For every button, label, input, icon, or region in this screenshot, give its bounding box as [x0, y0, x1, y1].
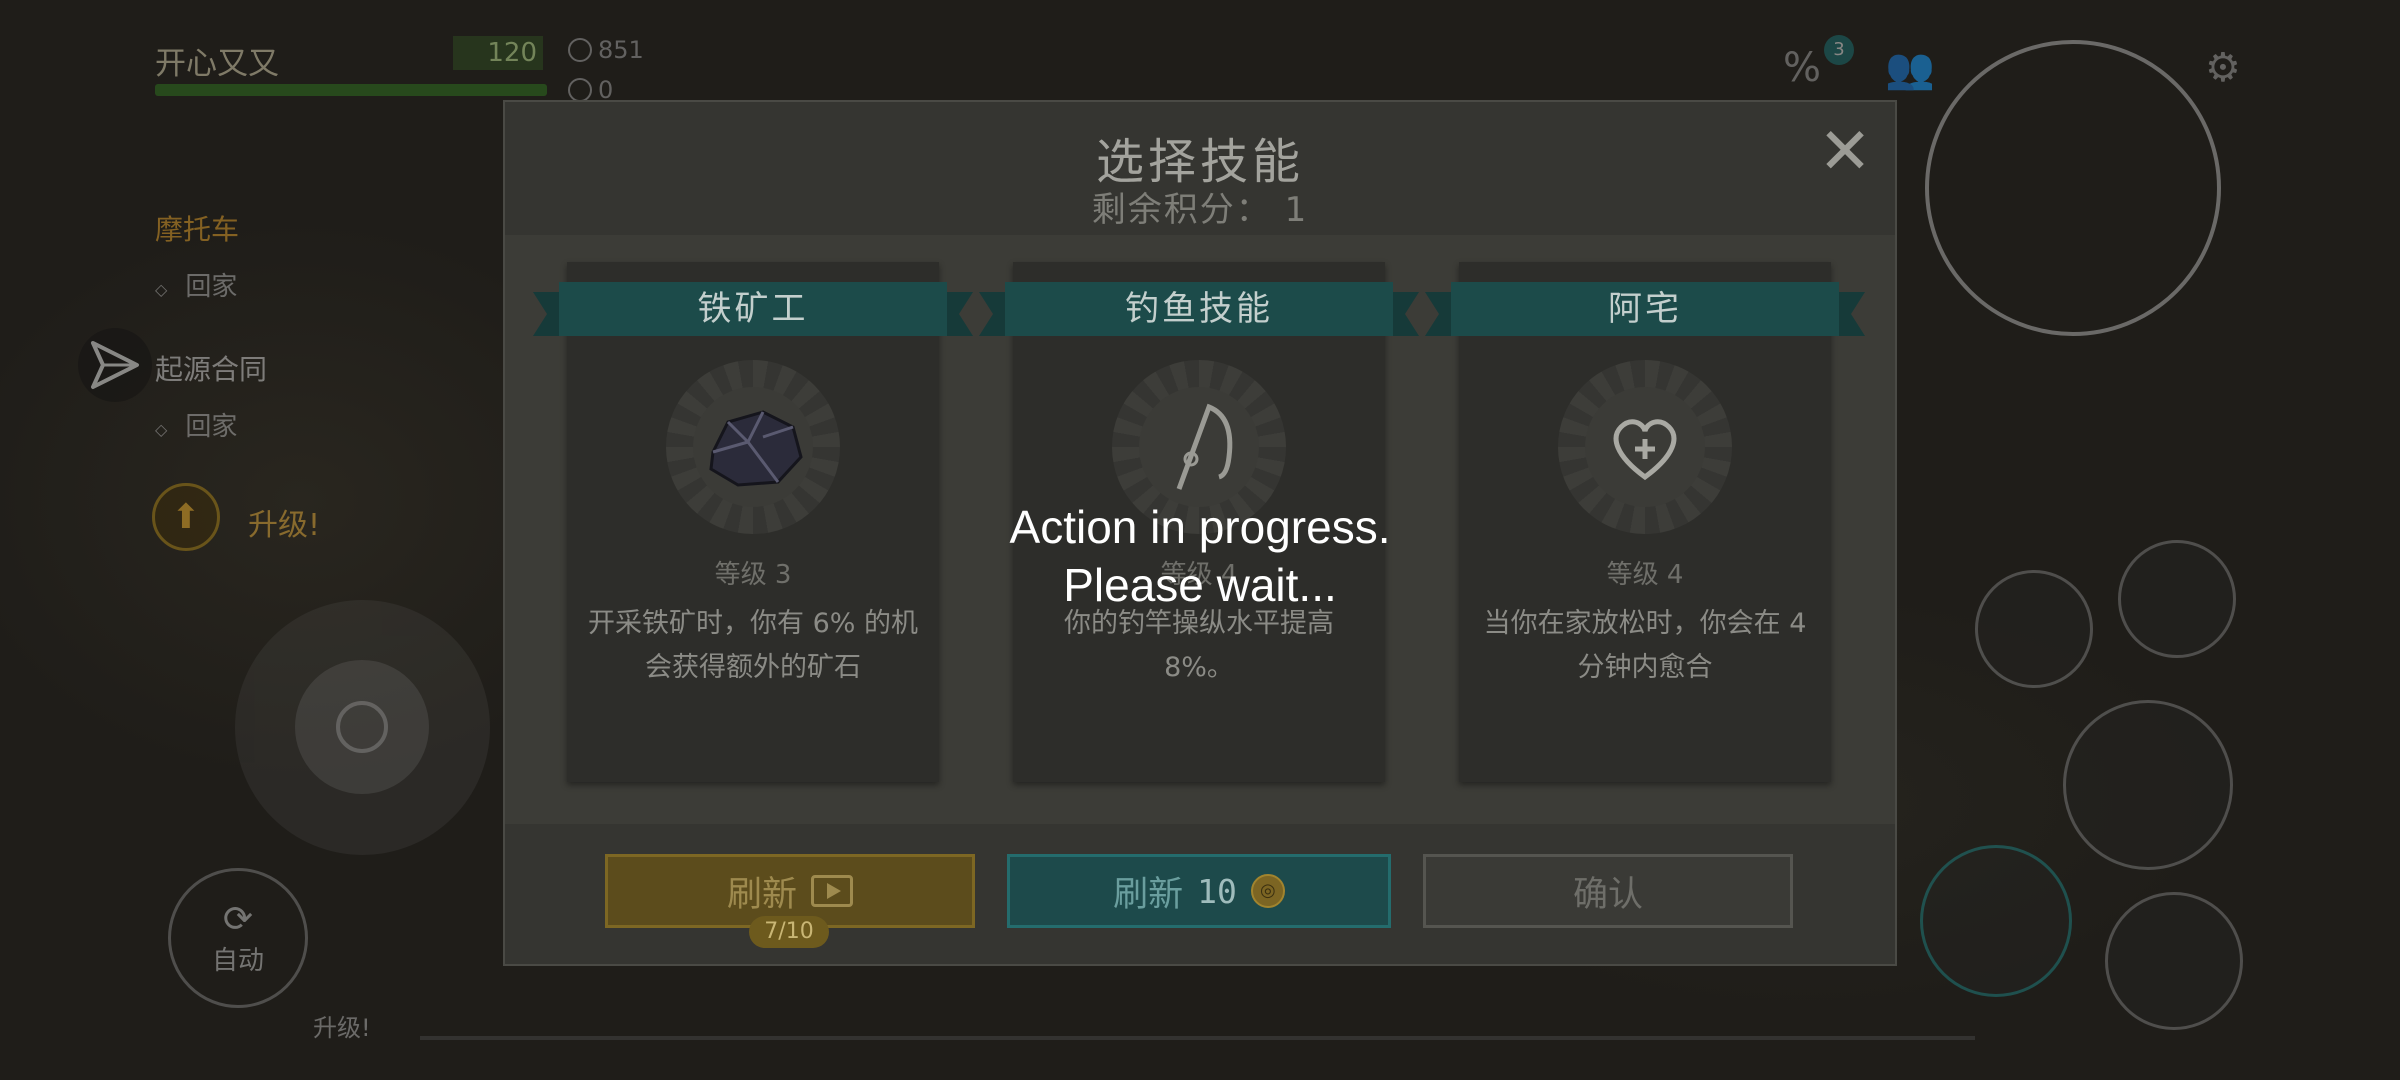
paper-plane-icon	[91, 341, 139, 389]
stat-2: 0	[568, 76, 613, 104]
settings-gear-icon[interactable]: ⚙	[2205, 45, 2241, 91]
auto-label: 自动	[211, 946, 264, 976]
stat-1: 851	[568, 36, 644, 64]
refresh-ad-counter: 7/10	[749, 916, 829, 948]
refresh-coin-label: 刷新	[1113, 874, 1184, 915]
skill-description: 开采铁矿时，你有 6% 的机会获得额外的矿石	[588, 608, 918, 683]
quest-title[interactable]: 起源合同	[155, 348, 267, 388]
quest-title[interactable]: 摩托车	[155, 208, 239, 248]
discount-icon[interactable]: %	[1783, 45, 1821, 91]
crouch-button[interactable]	[2105, 892, 2243, 1030]
skill-description: 当你在家放松时，你会在 4分钟内愈合	[1483, 608, 1807, 683]
interact-hand-button[interactable]	[1920, 845, 2072, 997]
quest-objective: 回家	[155, 406, 237, 443]
confirm-button[interactable]: 确认	[1423, 854, 1793, 928]
skill-name: 阿宅	[1425, 282, 1865, 336]
player-level: 120	[453, 36, 543, 70]
close-button[interactable]: ✕	[1815, 120, 1875, 184]
skill-name: 钓鱼技能	[979, 282, 1419, 336]
video-play-icon	[811, 875, 853, 907]
refresh-coin-button[interactable]: 刷新 10 ◎	[1007, 854, 1391, 928]
action-progress-message: Action in progress. Please wait...	[0, 498, 2400, 614]
dialog-header: 选择技能 剩余积分： 1 ✕	[505, 102, 1895, 235]
heart-plus-icon	[1613, 419, 1677, 481]
player-name: 开心又又	[155, 46, 279, 82]
progress-line-2: Please wait...	[1063, 559, 1337, 611]
movement-joystick[interactable]	[235, 600, 490, 855]
refresh-coin-cost: 10	[1197, 871, 1237, 911]
fishing-rod-icon	[1176, 403, 1233, 490]
auto-button[interactable]: ⟳ 自动	[168, 868, 308, 1008]
stat-2-value: 0	[598, 76, 614, 104]
xp-bar	[420, 1036, 1975, 1040]
skill-description: 你的钓竿操纵水平提高 8%。	[1064, 608, 1334, 683]
quest-objective: 回家	[155, 266, 237, 303]
skill-name: 铁矿工	[533, 282, 973, 336]
ore-icon	[709, 410, 803, 487]
weapon-slot[interactable]	[2063, 700, 2233, 870]
flag-icon	[568, 38, 592, 62]
refresh-icon: ⟳	[222, 899, 254, 940]
stat-1-value: 851	[598, 36, 644, 64]
xp-label: 升级!	[313, 1014, 371, 1042]
confirm-label: 确认	[1572, 874, 1643, 915]
skull-icon	[568, 78, 592, 102]
minimap[interactable]	[1925, 40, 2221, 336]
remaining-points: 剩余积分： 1	[1091, 190, 1309, 230]
friends-icon[interactable]: 👥	[1885, 45, 1935, 92]
coin-icon: ◎	[1250, 874, 1285, 908]
health-bar	[155, 84, 547, 96]
refresh-ad-label: 刷新	[726, 874, 797, 915]
quest-navigate-button[interactable]	[78, 328, 152, 402]
progress-line-1: Action in progress.	[1009, 501, 1391, 553]
discount-badge: 3	[1824, 35, 1854, 65]
